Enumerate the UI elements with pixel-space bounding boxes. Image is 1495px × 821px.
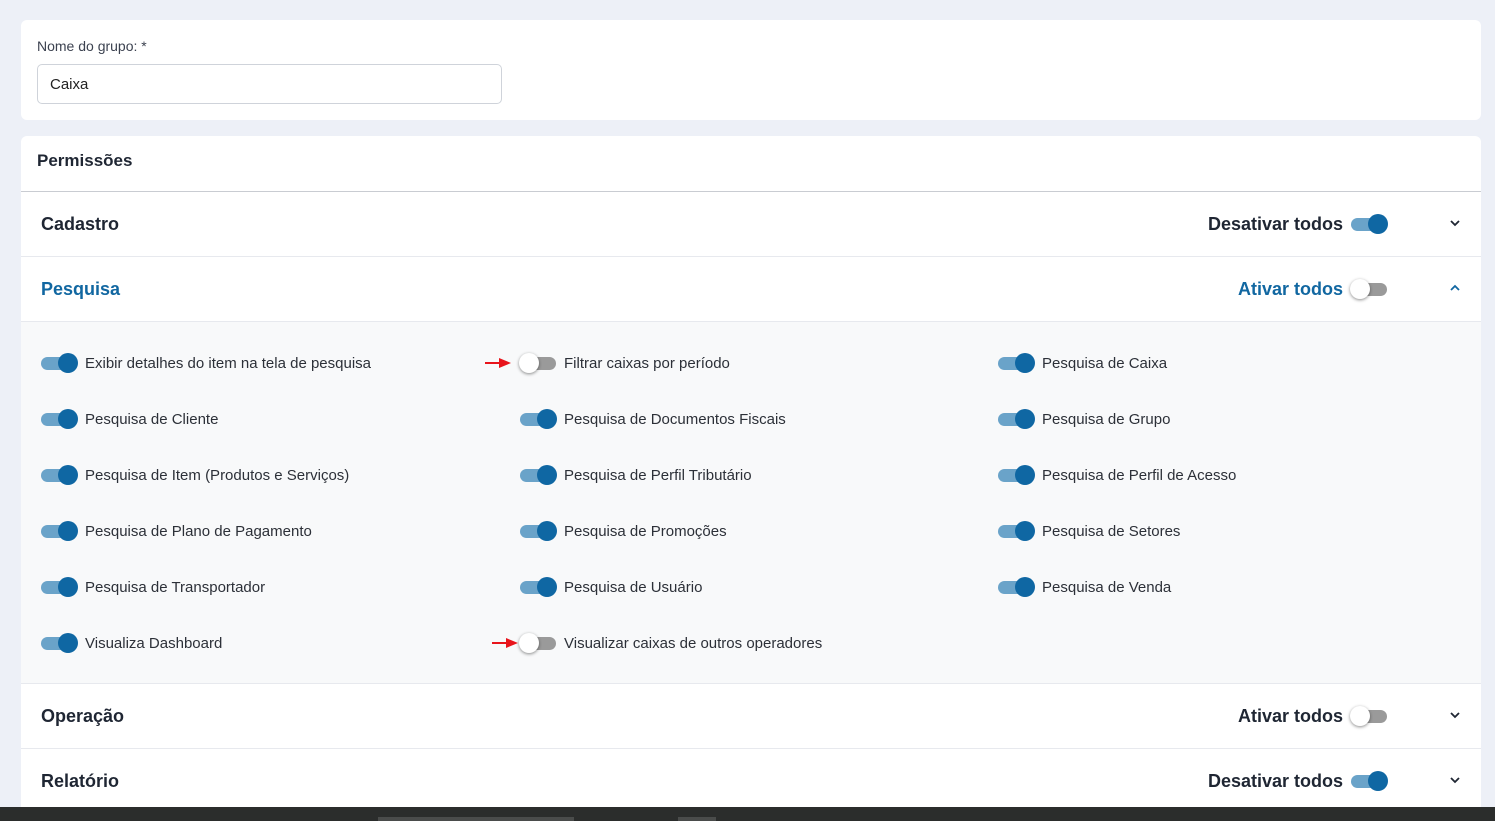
toggle-all-label: Ativar todos — [1237, 706, 1343, 726]
permission-switch[interactable] — [41, 633, 78, 653]
section-operacao[interactable]: Operação Ativar todos — [21, 684, 1481, 749]
chevron-down-icon[interactable] — [1446, 706, 1464, 726]
red-arrow-icon — [492, 638, 518, 648]
permission-switch[interactable] — [520, 521, 557, 541]
permission-label: Pesquisa de Perfil de Acesso — [1042, 466, 1237, 484]
toggle-all-switch[interactable] — [1350, 706, 1387, 726]
permission-label: Pesquisa de Item (Produtos e Serviços) — [85, 466, 350, 484]
permission-label: Pesquisa de Usuário — [564, 578, 703, 596]
toggle-all-switch[interactable] — [1351, 214, 1388, 234]
permission-item[interactable]: Pesquisa de Cliente — [41, 408, 218, 430]
taskbar-item[interactable] — [678, 817, 716, 821]
permission-label: Pesquisa de Transportador — [85, 578, 266, 596]
section-title: Operação — [41, 706, 125, 726]
red-arrow-icon — [485, 358, 511, 368]
permission-switch[interactable] — [998, 353, 1035, 373]
permission-label: Pesquisa de Documentos Fiscais — [564, 410, 786, 428]
taskbar-item[interactable] — [378, 817, 574, 821]
permission-label: Visualiza Dashboard — [85, 634, 223, 652]
permission-label: Pesquisa de Perfil Tributário — [564, 466, 752, 484]
permission-item[interactable]: Visualizar caixas de outros operadores — [519, 632, 823, 654]
permission-switch[interactable] — [41, 353, 78, 373]
section-pesquisa[interactable]: Pesquisa Ativar todos — [21, 257, 1481, 322]
chevron-down-icon[interactable] — [1446, 771, 1464, 791]
permission-switch[interactable] — [41, 465, 78, 485]
permission-switch[interactable] — [520, 465, 557, 485]
chevron-up-icon[interactable] — [1446, 279, 1464, 299]
toggle-all-switch[interactable] — [1351, 771, 1388, 791]
permission-label: Pesquisa de Caixa — [1042, 354, 1168, 372]
toggle-all-switch[interactable] — [1350, 279, 1387, 299]
toggle-all-label: Desativar todos — [1207, 771, 1343, 791]
permission-label: Pesquisa de Venda — [1042, 578, 1172, 596]
group-name-label: Nome do grupo: * — [37, 38, 147, 54]
toggle-all-label: Ativar todos — [1237, 279, 1343, 299]
permission-label: Pesquisa de Setores — [1042, 522, 1181, 540]
permission-switch[interactable] — [520, 577, 557, 597]
permission-item[interactable]: Pesquisa de Transportador — [41, 576, 265, 598]
permission-label: Pesquisa de Cliente — [85, 410, 219, 428]
permission-item[interactable]: Exibir detalhes do item na tela de pesqu… — [41, 352, 371, 374]
permission-label: Visualizar caixas de outros operadores — [564, 634, 823, 652]
section-title: Pesquisa — [41, 279, 121, 299]
permissions-title: Permissões — [37, 151, 133, 170]
permission-item[interactable]: Pesquisa de Item (Produtos e Serviços) — [41, 464, 349, 486]
permission-switch[interactable] — [519, 353, 556, 373]
permission-switch[interactable] — [998, 521, 1035, 541]
permission-item[interactable]: Pesquisa de Setores — [998, 520, 1180, 542]
permission-switch[interactable] — [41, 521, 78, 541]
permission-label: Pesquisa de Grupo — [1042, 410, 1171, 428]
group-name-card: Nome do grupo: * — [21, 20, 1481, 120]
section-cadastro[interactable]: Cadastro Desativar todos — [21, 192, 1481, 257]
section-title: Relatório — [41, 771, 120, 791]
section-title: Cadastro — [41, 214, 120, 234]
permissions-card: Permissões Cadastro Desativar todos Pesq… — [21, 136, 1481, 816]
permission-item[interactable]: Pesquisa de Perfil Tributário — [520, 464, 752, 486]
section-relatorio[interactable]: Relatório Desativar todos — [21, 749, 1481, 814]
chevron-down-icon[interactable] — [1446, 214, 1464, 234]
permission-switch[interactable] — [519, 633, 556, 653]
permission-label: Pesquisa de Plano de Pagamento — [85, 522, 312, 540]
permission-label: Filtrar caixas por período — [564, 354, 730, 372]
toggle-all-label: Desativar todos — [1207, 214, 1343, 234]
permission-switch[interactable] — [520, 409, 557, 429]
permission-item[interactable]: Pesquisa de Plano de Pagamento — [41, 520, 312, 542]
permission-item[interactable]: Pesquisa de Grupo — [998, 408, 1170, 430]
permission-item[interactable]: Pesquisa de Perfil de Acesso — [998, 464, 1236, 486]
pesquisa-permissions-grid: Exibir detalhes do item na tela de pesqu… — [21, 322, 1481, 684]
permission-item[interactable]: Visualiza Dashboard — [41, 632, 222, 654]
permission-label: Pesquisa de Promoções — [564, 522, 727, 540]
permission-item[interactable]: Pesquisa de Venda — [998, 576, 1171, 598]
permission-item[interactable]: Pesquisa de Documentos Fiscais — [520, 408, 786, 430]
permission-item[interactable]: Filtrar caixas por período — [519, 352, 730, 374]
permission-item[interactable]: Pesquisa de Caixa — [998, 352, 1167, 374]
os-taskbar — [0, 807, 1495, 821]
permission-switch[interactable] — [998, 577, 1035, 597]
group-name-input[interactable] — [37, 64, 502, 104]
permission-switch[interactable] — [41, 409, 78, 429]
permission-switch[interactable] — [998, 409, 1035, 429]
permission-item[interactable]: Pesquisa de Promoções — [520, 520, 727, 542]
permission-label: Exibir detalhes do item na tela de pesqu… — [85, 354, 372, 372]
permission-switch[interactable] — [998, 465, 1035, 485]
permission-switch[interactable] — [41, 577, 78, 597]
permission-item[interactable]: Pesquisa de Usuário — [520, 576, 702, 598]
